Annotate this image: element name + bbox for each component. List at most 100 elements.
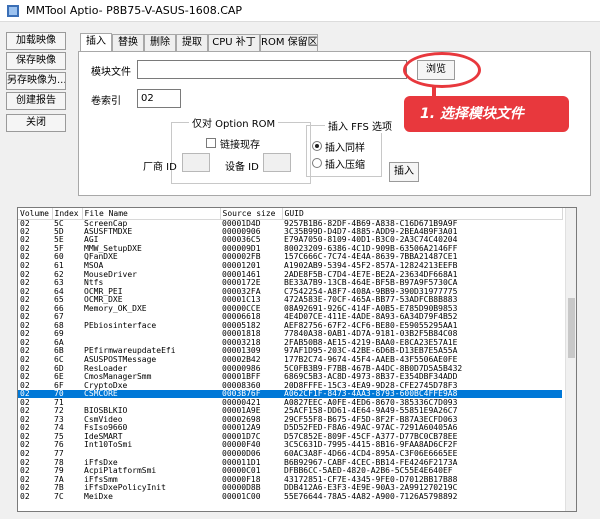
cell-guid: B6B92967-CABF-4CEC-BB14-FE4246F2173A <box>284 458 458 467</box>
cell-index: 6F <box>54 381 64 390</box>
cell-file-name: MSOA <box>84 261 104 270</box>
cell-guid: 80023209-6386-4C1D-909B-63506A2146FF <box>284 244 458 253</box>
cell-source-size: 000032FA <box>222 287 261 296</box>
table-row[interactable]: 02 79 AcpiPlatformSmi 00000C01 DFBB6CC-5AED-… <box>18 467 562 476</box>
table-row[interactable]: 02 72 BIOSBLKIO 00001A9E 25ACF158-DD61-4E64-… <box>18 407 562 416</box>
table-row[interactable]: 02 5D ASUSFTMDXE 00000906 3C35B99D-D4D7-4885… <box>18 228 562 237</box>
cell-volume: 02 <box>20 253 30 262</box>
cell-source-size: 00002B42 <box>222 355 261 365</box>
cell-file-name: OCMR_PEI <box>84 287 123 296</box>
table-row[interactable]: 02 6A 00003218 2FAB50B8-AE15-4219-BAA0-E8CA… <box>18 339 562 348</box>
table-row[interactable]: 02 5F MMW_SetupDXE 000009D1 80023209-6386-4C… <box>18 245 562 254</box>
cell-volume: 02 <box>20 304 30 313</box>
column-header-guid[interactable]: GUID <box>282 208 563 220</box>
table-row[interactable]: 02 63 Ntfs 0000172E BE33A7B9-13CB-464E-BF5B-… <box>18 279 562 288</box>
tab-extract[interactable]: 提取 <box>176 34 208 51</box>
save-image-button[interactable]: 保存映像 <box>6 52 66 70</box>
vertical-scrollbar[interactable] <box>565 208 576 511</box>
column-header-index[interactable]: Index <box>52 208 83 220</box>
cell-source-size: 00000C01 <box>222 466 261 476</box>
table-row[interactable]: 02 75 IdeSMART 00001D7C D57C852E-809F-45CF-A… <box>18 433 562 442</box>
table-row[interactable]: 02 65 OCMR_DXE 00001C13 472A583E-70CF-465A-B… <box>18 296 562 305</box>
cell-source-size: 00000906 <box>222 227 261 236</box>
table-row[interactable]: 02 78 iFfsDxe 000011D1 B6B92967-CABF-4CEC-BB… <box>18 458 562 467</box>
cell-volume: 02 <box>20 219 30 228</box>
save-image-as-button[interactable]: 另存映像为... <box>6 72 66 90</box>
table-row[interactable]: 02 6B PEfirmwareupdateEfi 00001309 97AF1D95-… <box>18 347 562 356</box>
table-row[interactable]: 02 61 MSOA 00001201 A1902AB9-5394-45F2-857A-… <box>18 262 562 271</box>
link-present-checkbox[interactable] <box>206 138 216 148</box>
cell-guid: AEF82756-67F2-4CF6-BE80-E59055295AA1 <box>284 321 458 330</box>
cell-index: 5E <box>54 236 64 245</box>
table-row[interactable]: 02 7C MeiDxe 00001C00 55E76644-78A5-4A82-A90… <box>18 493 562 502</box>
cell-volume: 02 <box>20 415 30 424</box>
cell-guid: C7542254-A8F7-408A-9BB9-390D31977775 <box>284 287 458 296</box>
create-report-button[interactable]: 创建报告 <box>6 92 66 110</box>
table-row[interactable]: 02 6F CryptoDxe 00008360 20D8FFFE-15C3-4EA9-… <box>18 381 562 390</box>
cell-guid: 2FAB50B8-AE15-4219-BAA0-E8CA23E57A1E <box>284 338 458 347</box>
cell-source-size: 00001C00 <box>222 492 261 501</box>
table-row[interactable]: 02 5E AGI 000036C5 E79A7050-8109-40D1-B3C0-2… <box>18 236 562 245</box>
column-header-source-size[interactable]: Source size <box>220 208 283 220</box>
device-id-input[interactable] <box>263 153 291 172</box>
cell-file-name: OCMR_DXE <box>84 295 123 305</box>
vendor-id-input[interactable] <box>182 153 210 172</box>
table-row[interactable]: 02 7B iFfsDxePolicyInit 00000D8B DDB412A6-E3… <box>18 484 562 493</box>
table-row[interactable]: 02 5C ScreenCap 00001D4D 9257B1B6-82DF-4B69-… <box>18 219 562 228</box>
tab-insert[interactable]: 插入 <box>80 33 112 52</box>
insert-as-is-label: 插入同样 <box>325 143 365 154</box>
cell-guid: A062CF1F-8473-4AA3-8793-600BC4FFE9A8 <box>282 389 562 399</box>
close-button[interactable]: 关闭 <box>6 114 66 132</box>
scrollbar-thumb[interactable] <box>568 298 575 358</box>
insert-compressed-radio[interactable] <box>312 158 322 168</box>
cell-guid: 08A92691-926C-414F-A0B5-E785D90B9853 <box>284 304 458 313</box>
cell-index: 5D <box>54 227 64 236</box>
table-row[interactable]: 02 64 OCMR_PEI 000032FA C7542254-A8F7-408A-9… <box>18 287 562 296</box>
table-row[interactable]: 02 74 FsIso9660 000012A9 D5D52FED-F8A6-49AC-… <box>18 424 562 433</box>
cell-volume: 02 <box>20 270 30 279</box>
cell-guid: 157C666C-7C74-4E4A-8639-7BBA21487CE1 <box>284 253 458 262</box>
cell-source-size: 000009D1 <box>222 244 261 253</box>
table-row[interactable]: 02 70 CSMCORE 0003B76F A062CF1F-8473-4AA3-87… <box>18 389 562 399</box>
cell-guid: 3C5C631D-7995-4415-8B16-9FAA8AD6CF2F <box>284 441 458 450</box>
table-row[interactable]: 02 71 00000421 A0827EEC-A0FE-4ED6-8670-3853… <box>18 398 562 407</box>
module-file-input[interactable] <box>137 60 407 79</box>
cell-source-size: 00001C13 <box>222 295 261 305</box>
table-row[interactable]: 02 6C ASUSPOSTMessage 00002B42 177B2C74-9674… <box>18 356 562 365</box>
table-row[interactable]: 02 67 00006618 4E4D07CE-411E-4ADE-8A93-6A34… <box>18 313 562 322</box>
cell-volume: 02 <box>20 364 30 373</box>
column-header-file-name[interactable]: File Name <box>82 208 221 220</box>
table-row[interactable]: 02 6E CmosManagerSmm 00001BFF 6869C5B3-AC8D-… <box>18 373 562 382</box>
cell-index: 67 <box>54 313 64 322</box>
table-row[interactable]: 02 69 00001818 77840A38-0AB1-4D7A-9181-03B2… <box>18 330 562 339</box>
table-row[interactable]: 02 76 Int10ToSmi 00000F40 3C5C631D-7995-4415… <box>18 441 562 450</box>
cell-volume: 02 <box>20 338 30 347</box>
cell-index: 68 <box>54 321 64 330</box>
table-row[interactable]: 02 73 CsmVideo 00002698 29CF55F8-B675-4F5D-8… <box>18 416 562 425</box>
tab-replace[interactable]: 替换 <box>112 34 144 51</box>
cell-index: 6E <box>54 372 64 382</box>
file-list[interactable]: Volume Index File Name Source size GUID … <box>17 207 577 512</box>
tab-cpu-patch[interactable]: CPU 补丁 <box>208 34 260 51</box>
cell-guid: 6869C5B3-AC8D-4973-8B37-E354DBF34ADD <box>284 372 458 382</box>
cell-source-size: 0000172E <box>222 278 261 288</box>
tab-delete[interactable]: 删除 <box>144 34 176 51</box>
cell-volume: 02 <box>20 313 30 322</box>
cell-volume: 02 <box>20 355 30 365</box>
cell-index: 78 <box>54 458 64 467</box>
tab-rom-hole[interactable]: ROM 保留区 <box>260 34 318 51</box>
table-row[interactable]: 02 60 QFanDXE 000002FB 157C666C-7C74-4E4A-86… <box>18 253 562 262</box>
table-row[interactable]: 02 6D ResLoader 00000986 5C0FB3B9-F7BB-467B-… <box>18 364 562 373</box>
column-header-volume[interactable]: Volume <box>18 208 53 220</box>
load-image-button[interactable]: 加载映像 <box>6 32 66 50</box>
insert-as-is-radio[interactable] <box>312 141 322 151</box>
table-row[interactable]: 02 7A iFfsSmm 00000F18 43172851-CF7E-4345-9F… <box>18 475 562 484</box>
volume-index-input[interactable]: 02 <box>137 89 181 108</box>
table-row[interactable]: 02 77 00000D06 60AC3A8F-4D66-4CD4-895A-C3F0… <box>18 450 562 459</box>
cell-file-name: ResLoader <box>84 364 128 373</box>
cell-source-size: 0003B76F <box>220 389 282 399</box>
table-row[interactable]: 02 62 MouseDriver 00001461 2ADE8F5B-C7D4-4E7… <box>18 270 562 279</box>
insert-button[interactable]: 插入 <box>389 162 419 182</box>
table-row[interactable]: 02 68 PEbiosinterface 00005182 AEF82756-67F2… <box>18 322 562 331</box>
table-row[interactable]: 02 66 Memory_OK_DXE 00000CCE 08A92691-926C-4… <box>18 304 562 313</box>
